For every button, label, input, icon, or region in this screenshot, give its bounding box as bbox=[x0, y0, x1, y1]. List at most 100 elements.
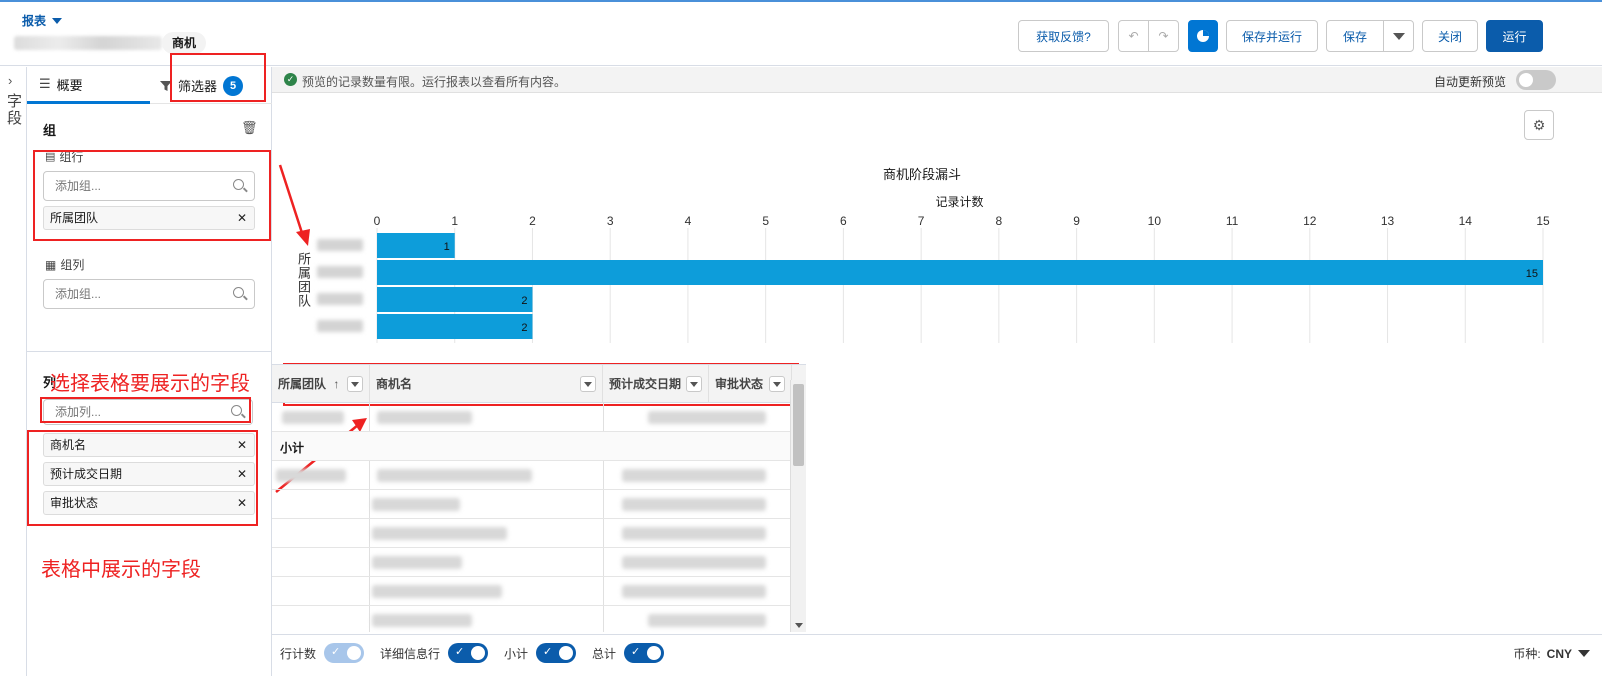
row-counts-toggle-group: 行计数 ✓ bbox=[280, 643, 365, 663]
chevron-down-icon bbox=[1578, 650, 1590, 657]
annotation-fields-shown: 表格中展示的字段 bbox=[41, 559, 201, 581]
chart-toggle-button[interactable] bbox=[1188, 20, 1218, 52]
y-category-label-redacted bbox=[317, 320, 363, 332]
redacted-cell bbox=[372, 527, 507, 540]
currency-label: 币种: bbox=[1513, 647, 1541, 661]
tab-outline[interactable]: ☰ 概要 bbox=[27, 67, 150, 104]
chart-settings-button[interactable]: ⚙ bbox=[1524, 110, 1554, 140]
list-icon: ☰ bbox=[39, 76, 51, 91]
add-group-columns-input[interactable]: 添加组... bbox=[43, 279, 255, 309]
bar-value-label: 15 bbox=[1526, 268, 1538, 280]
column-header[interactable]: 所属团队 ↑ bbox=[272, 365, 370, 403]
redacted-cell bbox=[372, 498, 460, 511]
column-header[interactable]: 预计成交日期 bbox=[603, 365, 709, 403]
groups-section-title: 组 bbox=[43, 123, 57, 138]
detail-rows-toggle-group: 详细信息行 ✓ bbox=[380, 643, 489, 663]
check-icon: ✓ bbox=[331, 646, 341, 658]
chevron-right-icon[interactable]: › bbox=[8, 73, 12, 88]
report-name-redacted bbox=[14, 36, 162, 50]
fields-rail-label: 字段 bbox=[5, 93, 22, 127]
save-menu-button[interactable] bbox=[1383, 20, 1414, 52]
section-divider bbox=[27, 351, 272, 352]
check-icon: ✓ bbox=[631, 646, 641, 658]
bar bbox=[377, 287, 533, 312]
redacted-cell bbox=[648, 411, 766, 424]
redacted-cell bbox=[377, 469, 532, 482]
column-header-label: 预计成交日期 bbox=[609, 377, 682, 391]
chevron-down-icon[interactable] bbox=[769, 376, 785, 392]
y-category-label-redacted bbox=[317, 293, 363, 305]
x-tick-label: 2 bbox=[529, 214, 536, 228]
row-counts-label: 行计数 bbox=[280, 646, 317, 661]
redacted-cell bbox=[372, 585, 502, 598]
table-scrollbar[interactable] bbox=[790, 380, 806, 632]
x-tick-label: 14 bbox=[1459, 214, 1473, 228]
table-row bbox=[272, 606, 792, 632]
y-category-label-redacted bbox=[317, 266, 363, 278]
row-counts-toggle[interactable]: ✓ bbox=[324, 643, 365, 663]
table-row bbox=[272, 548, 792, 577]
subtotals-toggle[interactable]: ✓ bbox=[536, 643, 577, 663]
x-tick-label: 12 bbox=[1303, 214, 1317, 228]
x-tick-label: 5 bbox=[762, 214, 769, 228]
annotation-select-fields: 选择表格要展示的字段 bbox=[50, 373, 250, 395]
scroll-down-icon[interactable] bbox=[795, 623, 803, 628]
bar bbox=[377, 314, 533, 339]
redacted-cell bbox=[648, 614, 766, 627]
undo-button[interactable]: ↶ bbox=[1118, 20, 1149, 52]
search-icon bbox=[233, 287, 244, 298]
table-row bbox=[272, 461, 792, 490]
table-header: 所属团队 ↑ 商机名 预计成交日期 审批状态 bbox=[272, 365, 806, 403]
bar-value-label: 1 bbox=[444, 241, 450, 253]
auto-update-label: 自动更新预览 bbox=[1433, 75, 1506, 89]
redo-button[interactable]: ↷ bbox=[1148, 20, 1179, 52]
grand-total-toggle[interactable]: ✓ bbox=[624, 643, 665, 663]
redacted-cell bbox=[282, 411, 344, 424]
x-tick-label: 8 bbox=[996, 214, 1003, 228]
close-button[interactable]: 关闭 bbox=[1422, 20, 1478, 52]
redacted-cell bbox=[372, 614, 472, 627]
pie-chart-icon bbox=[1197, 30, 1209, 42]
x-tick-label: 9 bbox=[1073, 214, 1080, 228]
redacted-cell bbox=[622, 469, 766, 482]
x-tick-label: 11 bbox=[1226, 214, 1239, 228]
x-tick-label: 13 bbox=[1381, 214, 1395, 228]
chevron-down-icon[interactable] bbox=[347, 376, 363, 392]
sort-ascending-icon[interactable]: ↑ bbox=[333, 377, 339, 391]
subtotals-label: 小计 bbox=[504, 646, 529, 661]
annotation-box-add-column bbox=[40, 397, 251, 423]
trash-icon[interactable]: 🗑 bbox=[241, 120, 258, 136]
check-icon: ✓ bbox=[543, 646, 553, 658]
add-group-columns-placeholder: 添加组... bbox=[55, 287, 102, 301]
column-header[interactable]: 审批状态 bbox=[709, 365, 792, 403]
run-button[interactable]: 运行 bbox=[1486, 20, 1543, 52]
tab-outline-label: 概要 bbox=[56, 77, 83, 93]
column-header[interactable]: 商机名 bbox=[370, 365, 603, 403]
table-row bbox=[272, 403, 792, 432]
table-row bbox=[272, 577, 792, 606]
group-columns-label: 组列 bbox=[60, 258, 85, 272]
preview-notice-text: 预览的记录数量有限。运行报表以查看所有内容。 bbox=[302, 75, 567, 89]
scrollbar-thumb[interactable] bbox=[793, 384, 804, 466]
undo-icon: ↶ bbox=[1128, 29, 1139, 43]
report-type-menu[interactable]: 报表 bbox=[22, 12, 63, 29]
chevron-down-icon[interactable] bbox=[580, 376, 596, 392]
annotation-box-group-rows bbox=[33, 150, 271, 241]
currency-selector[interactable]: 币种: CNY bbox=[1513, 645, 1590, 662]
auto-update-toggle[interactable] bbox=[1516, 70, 1556, 90]
chevron-down-icon[interactable] bbox=[686, 376, 702, 392]
save-and-run-button[interactable]: 保存并运行 bbox=[1226, 20, 1318, 52]
save-button[interactable]: 保存 bbox=[1326, 20, 1384, 52]
detail-rows-toggle[interactable]: ✓ bbox=[448, 643, 489, 663]
feedback-button[interactable]: 获取反馈? bbox=[1018, 20, 1109, 52]
gear-icon: ⚙ bbox=[1532, 116, 1546, 133]
fields-rail[interactable]: › 字段 bbox=[0, 67, 27, 676]
x-tick-label: 3 bbox=[607, 214, 614, 228]
annotation-box-filters bbox=[170, 53, 266, 102]
detail-rows-label: 详细信息行 bbox=[380, 646, 441, 661]
grand-total-toggle-group: 总计 ✓ bbox=[592, 643, 665, 663]
annotation-box-columns bbox=[27, 430, 258, 526]
funnel-bar-chart: 0 1 2 3 4 5 6 7 8 9 10 11 12 13 14 1511522 bbox=[317, 214, 1550, 343]
columns-icon: ▦ bbox=[45, 257, 57, 272]
check-icon: ✓ bbox=[455, 646, 465, 658]
